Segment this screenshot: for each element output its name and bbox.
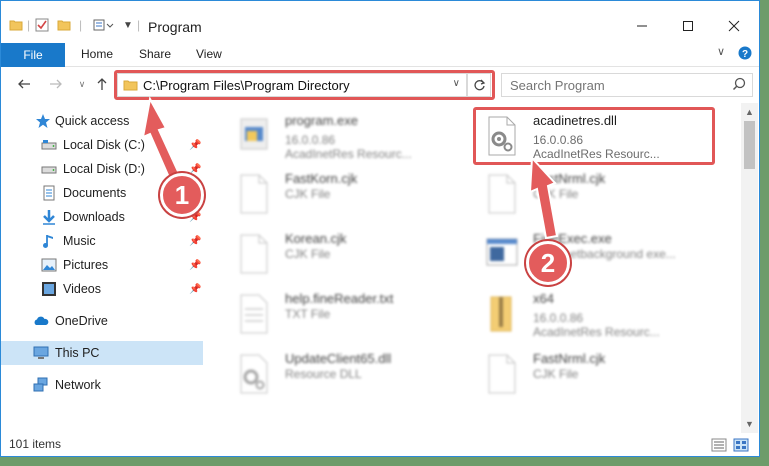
explorer-window: | | ▼ | Program File Home Share View ∨ ?: [0, 0, 760, 457]
computer-icon: [33, 346, 49, 359]
window-title: Program: [148, 19, 202, 35]
pin-icon: 📌: [189, 163, 202, 175]
view-options-icon[interactable]: [93, 15, 115, 35]
download-icon: [43, 210, 55, 225]
recent-locations-icon[interactable]: ∨: [73, 75, 91, 93]
help-icon[interactable]: ?: [738, 46, 752, 63]
videos-icon: [42, 282, 56, 296]
sidebar-item-onedrive[interactable]: OneDrive: [1, 309, 203, 333]
blank-file-icon: [488, 354, 516, 394]
exe-icon: [240, 118, 268, 150]
sidebar-item-local-disk-c[interactable]: Local Disk (C:) 📌: [1, 133, 203, 157]
navigation-pane: Quick access Local Disk (C:) 📌 Local Dis…: [1, 103, 207, 433]
blank-file-icon: [488, 174, 516, 214]
search-icon[interactable]: [732, 77, 746, 91]
search-input[interactable]: [510, 77, 710, 93]
annotation-badge-2: 2: [526, 241, 570, 285]
file-item-x64[interactable]: x64 16.0.0.86 AcadInetRes Resourc...: [463, 285, 703, 341]
sidebar-item-pictures[interactable]: Pictures 📌: [1, 253, 203, 277]
tab-share[interactable]: Share: [139, 47, 171, 61]
ribbon-tabs: File Home Share View ∨ ?: [1, 41, 759, 67]
details-view-icon[interactable]: [711, 438, 727, 452]
network-icon: [33, 377, 48, 392]
pin-icon: 📌: [189, 283, 202, 295]
sidebar-item-videos[interactable]: Videos 📌: [1, 277, 203, 301]
large-icons-view-icon[interactable]: [733, 438, 749, 452]
dll-gear-icon: [240, 354, 268, 394]
tab-file[interactable]: File: [1, 43, 65, 67]
drive-icon: [41, 166, 57, 174]
pin-icon: 📌: [189, 259, 202, 271]
sidebar-item-music[interactable]: Music 📌: [1, 229, 203, 253]
file-item-fastkorn-cjk[interactable]: FastKorn.cjk CJK File: [215, 165, 455, 221]
cloud-icon: [34, 316, 49, 325]
annotation-badge-1: 1: [160, 173, 204, 217]
blank-file-icon: [240, 174, 268, 214]
pictures-icon: [41, 258, 57, 272]
app-window-icon: [486, 238, 518, 266]
address-highlight-box: [114, 70, 495, 100]
file-item-korean-cjk[interactable]: Korean.cjk CJK File: [215, 225, 455, 281]
star-icon: [36, 114, 50, 128]
file-item-help-txt[interactable]: help.fineReader.txt TXT File: [215, 285, 455, 341]
sidebar-item-network[interactable]: Network: [1, 373, 203, 397]
pin-icon: 📌: [189, 235, 202, 247]
zip-folder-icon: [490, 296, 512, 332]
drive-icon: [41, 140, 57, 150]
file-item-fastnrml-cjk-2[interactable]: FastNrml.cjk CJK File: [463, 345, 703, 401]
forward-button[interactable]: [47, 75, 65, 93]
new-folder-icon[interactable]: [57, 15, 71, 35]
file-item-program-exe[interactable]: program.exe 16.0.0.86 AcadInetRes Resour…: [215, 107, 455, 163]
folder-icon: [9, 15, 23, 35]
search-box[interactable]: [501, 73, 753, 97]
item-count: 101 items: [9, 437, 62, 451]
customize-toolbar-icon[interactable]: ▼: [123, 15, 133, 35]
scrollbar-thumb[interactable]: [744, 121, 755, 169]
file-item-fineexec-exe[interactable]: FineExec.exe AcadInetbackground exe...: [463, 225, 703, 281]
properties-icon[interactable]: [35, 15, 49, 35]
maximize-button[interactable]: [665, 13, 711, 39]
tab-view[interactable]: View: [196, 47, 222, 61]
file-item-updateclient-dll[interactable]: UpdateClient65.dll Resource DLL: [215, 345, 455, 401]
file-item-fastnrml-cjk[interactable]: FastNrml.cjk CJK File: [463, 165, 703, 221]
close-button[interactable]: [711, 13, 757, 39]
pin-icon: 📌: [189, 139, 202, 151]
title-bar: | | ▼ | Program: [1, 1, 759, 41]
sidebar-item-quick-access[interactable]: Quick access: [1, 109, 203, 133]
up-button[interactable]: [93, 75, 111, 93]
music-icon: [43, 235, 53, 248]
expand-ribbon-icon[interactable]: ∨: [717, 45, 725, 58]
blank-file-icon: [240, 234, 268, 274]
sidebar-item-this-pc[interactable]: This PC: [1, 341, 203, 365]
back-button[interactable]: [15, 75, 33, 93]
tab-home[interactable]: Home: [81, 47, 113, 61]
scroll-up-icon[interactable]: ▲: [745, 107, 754, 117]
vertical-scrollbar[interactable]: ▲ ▼: [741, 103, 758, 433]
file-highlight-box: [473, 107, 715, 165]
minimize-button[interactable]: [619, 13, 665, 39]
status-bar: 101 items: [1, 433, 759, 456]
navigation-bar: ∨ C:\Program Files\Program Directory ∨: [1, 67, 759, 103]
documents-icon: [43, 185, 55, 201]
scroll-down-icon[interactable]: ▼: [745, 419, 754, 429]
svg-text:?: ?: [742, 49, 748, 60]
text-file-icon: [240, 294, 268, 334]
file-list: program.exe 16.0.0.86 AcadInetRes Resour…: [207, 103, 741, 433]
